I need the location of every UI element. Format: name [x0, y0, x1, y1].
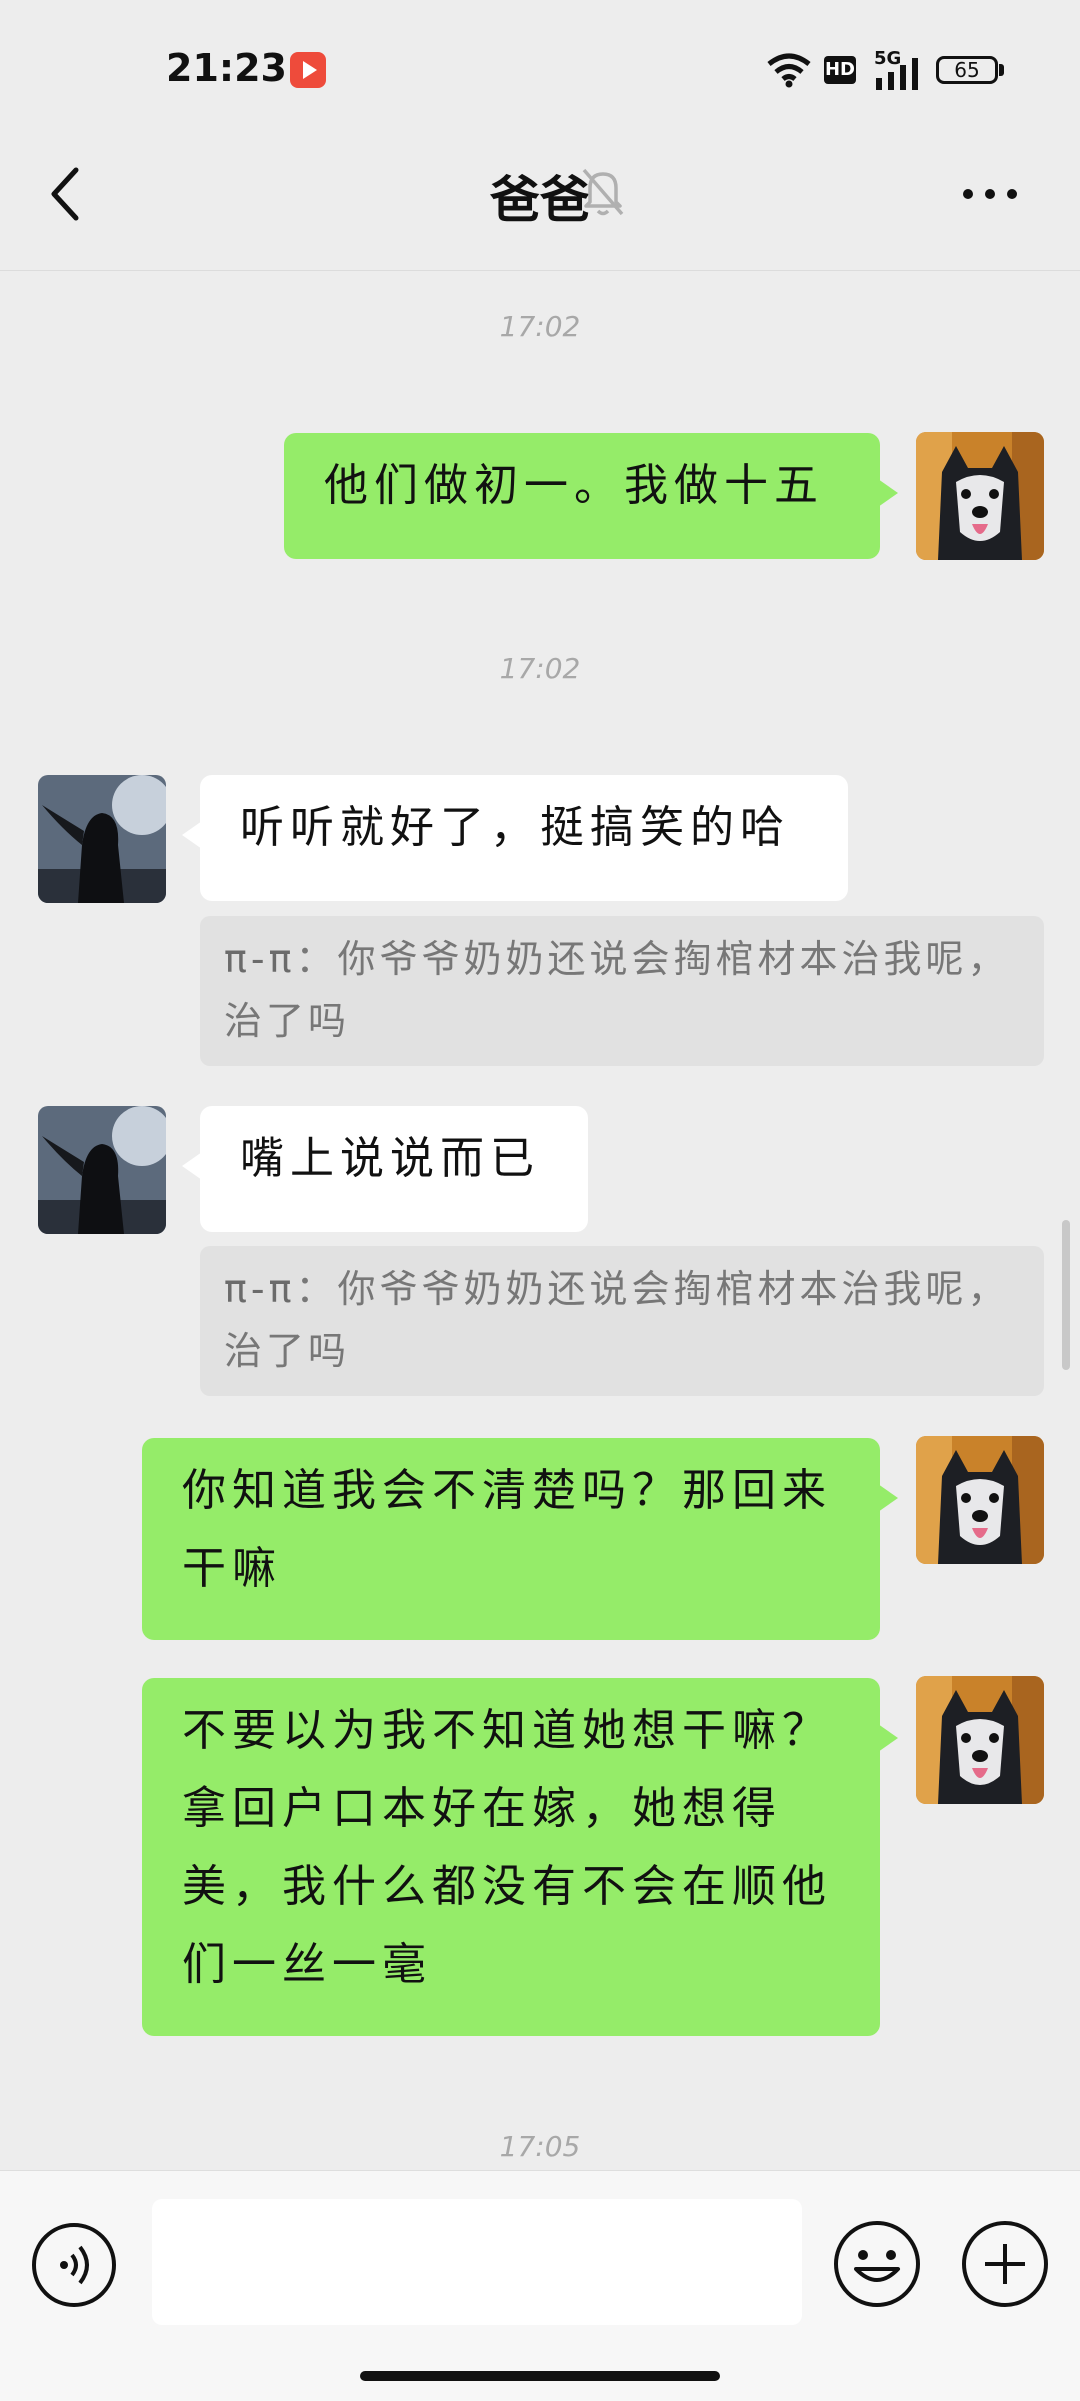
dog-avatar-image	[916, 1436, 1044, 1564]
hd-icon: HD	[824, 56, 856, 84]
signal-icon	[876, 58, 918, 90]
timestamp: 17:02	[499, 310, 581, 343]
message-input[interactable]	[152, 2199, 802, 2325]
wifi-icon	[767, 53, 811, 88]
dog-avatar-image	[916, 432, 1044, 560]
record-app-icon	[290, 52, 326, 88]
chat-header: 爸爸	[0, 130, 1080, 271]
timestamp: 17:02	[499, 652, 581, 685]
message-bubble-sent[interactable]: 你知道我会不清楚吗？那回来干嘛	[142, 1438, 898, 1640]
status-time: 21:23	[166, 46, 287, 90]
home-indicator[interactable]	[360, 2371, 720, 2381]
dog-avatar-image	[916, 1676, 1044, 1804]
message-bubble-received[interactable]: 听听就好了，挺搞笑的哈	[182, 775, 848, 901]
voice-icon	[60, 2245, 89, 2285]
quoted-message[interactable]: π-π：你爷爷奶奶还说会掏棺材本治我呢，治了吗	[200, 916, 1044, 1066]
quote-sender: π-π	[224, 937, 296, 981]
my-avatar[interactable]	[916, 1676, 1044, 1804]
contact-avatar[interactable]	[38, 775, 166, 903]
more-dots-icon[interactable]	[960, 186, 1020, 202]
scrollbar[interactable]	[1062, 1220, 1070, 1370]
quote-text: ：你爷爷奶奶还说会掏棺材本治我呢，治了吗	[224, 937, 1010, 1043]
girl-avatar-image	[38, 775, 166, 903]
message-bubble-sent[interactable]: 他们做初一。我做十五	[284, 433, 898, 559]
battery-icon: 65	[936, 56, 998, 84]
voice-button[interactable]	[32, 2223, 116, 2307]
my-avatar[interactable]	[916, 432, 1044, 560]
timestamp: 17:05	[499, 2130, 581, 2163]
my-avatar[interactable]	[916, 1436, 1044, 1564]
plus-icon[interactable]	[962, 2221, 1048, 2307]
bell-off-icon	[582, 168, 624, 216]
emoji-icon[interactable]	[832, 2219, 922, 2309]
status-bar: 21:23 HD 5G 65	[0, 0, 1080, 130]
quote-sender: π-π	[224, 1267, 296, 1311]
message-bubble-received[interactable]: 嘴上说说而已	[182, 1106, 588, 1232]
quoted-message[interactable]: π-π：你爷爷奶奶还说会掏棺材本治我呢，治了吗	[200, 1246, 1044, 1396]
input-bar	[0, 2170, 1080, 2401]
battery-nub	[999, 64, 1004, 76]
girl-avatar-image	[38, 1106, 166, 1234]
contact-avatar[interactable]	[38, 1106, 166, 1234]
chat-title: 爸爸	[490, 171, 590, 229]
message-bubble-sent[interactable]: 不要以为我不知道她想干嘛？拿回户口本好在嫁，她想得美，我什么都没有不会在顺他们一…	[142, 1678, 898, 2036]
quote-text: ：你爷爷奶奶还说会掏棺材本治我呢，治了吗	[224, 1267, 1010, 1373]
